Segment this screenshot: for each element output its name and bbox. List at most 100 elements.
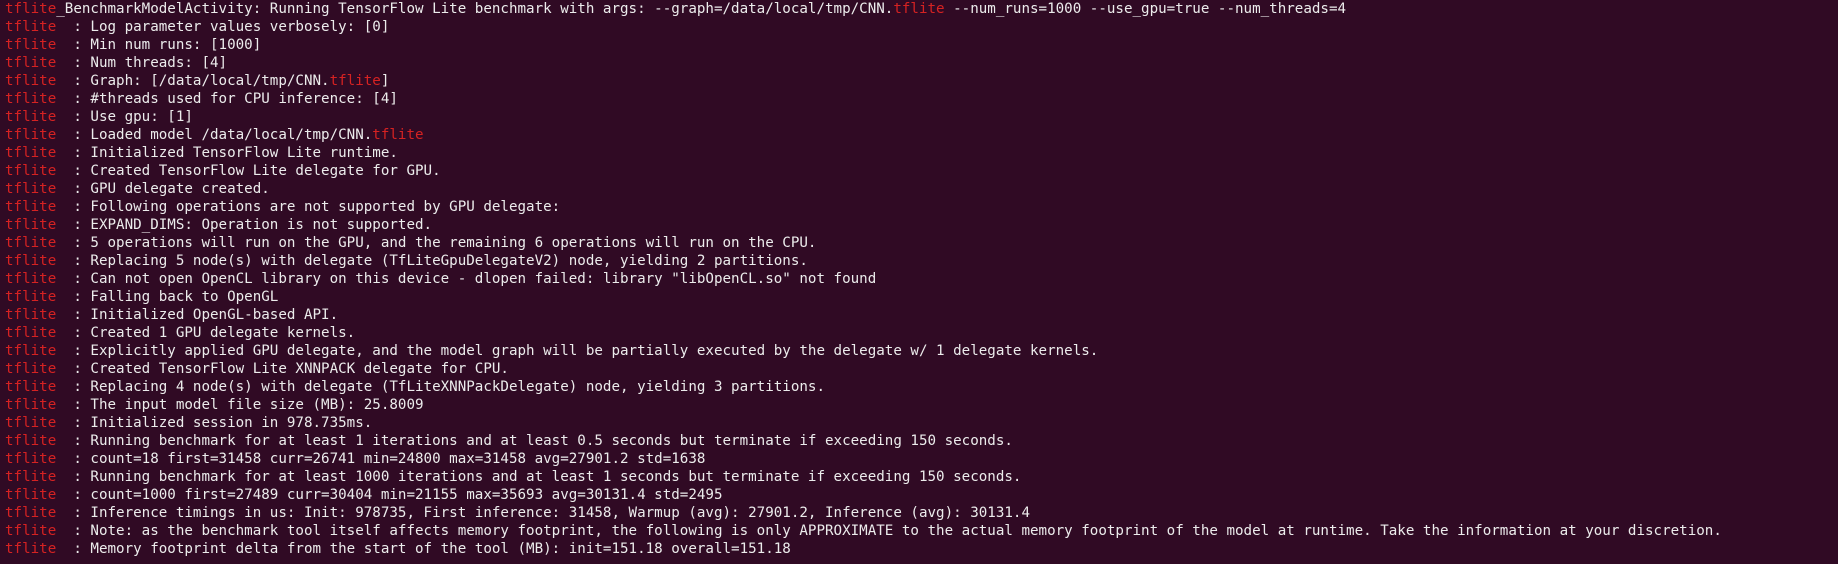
log-text: : Graph: [/data/local/tmp/CNN. — [56, 73, 330, 89]
log-tag: tflite — [5, 217, 57, 233]
log-tag-highlight: tflite — [372, 127, 424, 143]
log-line: tflite : EXPAND_DIMS: Operation is not s… — [5, 216, 1838, 234]
log-line: tflite : Falling back to OpenGL — [5, 288, 1838, 306]
log-line: tflite : The input model file size (MB):… — [5, 396, 1838, 414]
log-tag: tflite — [5, 73, 57, 89]
log-text: : Use gpu: [1] — [56, 109, 193, 125]
log-tag: tflite — [5, 163, 57, 179]
log-tag: tflite — [5, 523, 57, 539]
log-text: : Log parameter values verbosely: [0] — [56, 19, 390, 35]
log-line: tflite : Replacing 4 node(s) with delega… — [5, 378, 1838, 396]
log-tag: tflite — [5, 55, 57, 71]
log-line: tflite : Explicitly applied GPU delegate… — [5, 342, 1838, 360]
log-tag: tflite — [5, 397, 57, 413]
log-line: tflite : count=18 first=31458 curr=26741… — [5, 450, 1838, 468]
log-line-command: tflite_BenchmarkModelActivity: Running T… — [5, 0, 1838, 18]
log-text: : GPU delegate created. — [56, 181, 270, 197]
log-line: tflite : Min num runs: [1000] — [5, 36, 1838, 54]
log-tag: tflite — [5, 127, 57, 143]
log-lines: tflite_BenchmarkModelActivity: Running T… — [5, 0, 1838, 558]
log-text: : count=18 first=31458 curr=26741 min=24… — [56, 451, 706, 467]
log-text: : Num threads: [4] — [56, 55, 228, 71]
log-tag: tflite — [5, 451, 57, 467]
log-line: tflite : Running benchmark for at least … — [5, 432, 1838, 450]
log-tag: tflite — [5, 325, 57, 341]
log-tag: tflite — [5, 1, 57, 17]
log-line: tflite : 5 operations will run on the GP… — [5, 234, 1838, 252]
log-tag: tflite — [5, 541, 57, 557]
log-tag: tflite — [5, 181, 57, 197]
log-tag: tflite — [5, 487, 57, 503]
log-text: : #threads used for CPU inference: [4] — [56, 91, 398, 107]
log-line: tflite : Following operations are not su… — [5, 198, 1838, 216]
log-line: tflite : Graph: [/data/local/tmp/CNN.tfl… — [5, 72, 1838, 90]
log-tag: tflite — [5, 109, 57, 125]
log-tag: tflite — [5, 145, 57, 161]
log-tag: tflite — [5, 469, 57, 485]
log-tag: tflite — [5, 235, 57, 251]
log-text-tail: ] — [380, 73, 390, 89]
log-line: tflite : Created 1 GPU delegate kernels. — [5, 324, 1838, 342]
log-line: tflite : Initialized session in 978.735m… — [5, 414, 1838, 432]
log-line: tflite : Running benchmark for at least … — [5, 468, 1838, 486]
log-text: : Running benchmark for at least 1 itera… — [56, 433, 1013, 449]
log-text: : Explicitly applied GPU delegate, and t… — [56, 343, 1099, 359]
log-text: : Inference timings in us: Init: 978735,… — [56, 505, 1030, 521]
log-text: : Initialized TensorFlow Lite runtime. — [56, 145, 398, 161]
log-text: : Running benchmark for at least 1000 it… — [56, 469, 1022, 485]
log-tag: tflite — [5, 361, 57, 377]
log-tag: tflite — [5, 253, 57, 269]
log-line: tflite : GPU delegate created. — [5, 180, 1838, 198]
log-line: tflite : Can not open OpenCL library on … — [5, 270, 1838, 288]
log-text: : The input model file size (MB): 25.800… — [56, 397, 424, 413]
log-text: : count=1000 first=27489 curr=30404 min=… — [56, 487, 723, 503]
log-line: tflite : Log parameter values verbosely:… — [5, 18, 1838, 36]
log-tag-highlight: tflite — [329, 73, 381, 89]
log-line: tflite : #threads used for CPU inference… — [5, 90, 1838, 108]
log-line: tflite : Created TensorFlow Lite XNNPACK… — [5, 360, 1838, 378]
log-tag: tflite — [5, 289, 57, 305]
log-tag: tflite — [5, 271, 57, 287]
log-text: : Created 1 GPU delegate kernels. — [56, 325, 356, 341]
log-text-tail: --num_runs=1000 --use_gpu=true --num_thr… — [944, 1, 1347, 17]
log-tag: tflite — [5, 415, 57, 431]
log-tag: tflite — [5, 505, 57, 521]
log-text: : Can not open OpenCL library on this de… — [56, 271, 877, 287]
log-tag: tflite — [5, 19, 57, 35]
log-line: tflite : Inference timings in us: Init: … — [5, 504, 1838, 522]
log-line: tflite : Initialized TensorFlow Lite run… — [5, 144, 1838, 162]
log-line: tflite : Initialized OpenGL-based API. — [5, 306, 1838, 324]
log-line: tflite : Num threads: [4] — [5, 54, 1838, 72]
log-line: tflite : Replacing 5 node(s) with delega… — [5, 252, 1838, 270]
log-text: : Memory footprint delta from the start … — [56, 541, 791, 557]
log-tag: tflite — [5, 343, 57, 359]
log-line: tflite : Created TensorFlow Lite delegat… — [5, 162, 1838, 180]
log-line: tflite : Use gpu: [1] — [5, 108, 1838, 126]
log-text: : Falling back to OpenGL — [56, 289, 279, 305]
log-line: tflite : Memory footprint delta from the… — [5, 540, 1838, 558]
log-text: : Note: as the benchmark tool itself aff… — [56, 523, 1722, 539]
log-text: : 5 operations will run on the GPU, and … — [56, 235, 817, 251]
log-line: tflite : count=1000 first=27489 curr=304… — [5, 486, 1838, 504]
log-text: : Loaded model /data/local/tmp/CNN. — [56, 127, 373, 143]
log-text: : Initialized OpenGL-based API. — [56, 307, 339, 323]
terminal-output[interactable]: tflite_BenchmarkModelActivity: Running T… — [0, 0, 1838, 564]
log-tag: tflite — [5, 307, 57, 323]
log-text: : Replacing 4 node(s) with delegate (TfL… — [56, 379, 825, 395]
log-line: tflite : Note: as the benchmark tool its… — [5, 522, 1838, 540]
log-tag: tflite — [5, 37, 57, 53]
log-tag-highlight: tflite — [893, 1, 945, 17]
log-text: : Initialized session in 978.735ms. — [56, 415, 373, 431]
log-text: : Following operations are not supported… — [56, 199, 561, 215]
log-tag: tflite — [5, 379, 57, 395]
log-text: _BenchmarkModelActivity: Running TensorF… — [56, 1, 894, 17]
log-tag: tflite — [5, 199, 57, 215]
log-text: : Min num runs: [1000] — [56, 37, 262, 53]
log-line: tflite : Loaded model /data/local/tmp/CN… — [5, 126, 1838, 144]
log-tag: tflite — [5, 91, 57, 107]
log-text: : Created TensorFlow Lite delegate for G… — [56, 163, 441, 179]
log-text: : EXPAND_DIMS: Operation is not supporte… — [56, 217, 433, 233]
log-tag: tflite — [5, 433, 57, 449]
log-text: : Created TensorFlow Lite XNNPACK delega… — [56, 361, 509, 377]
log-text: : Replacing 5 node(s) with delegate (TfL… — [56, 253, 808, 269]
